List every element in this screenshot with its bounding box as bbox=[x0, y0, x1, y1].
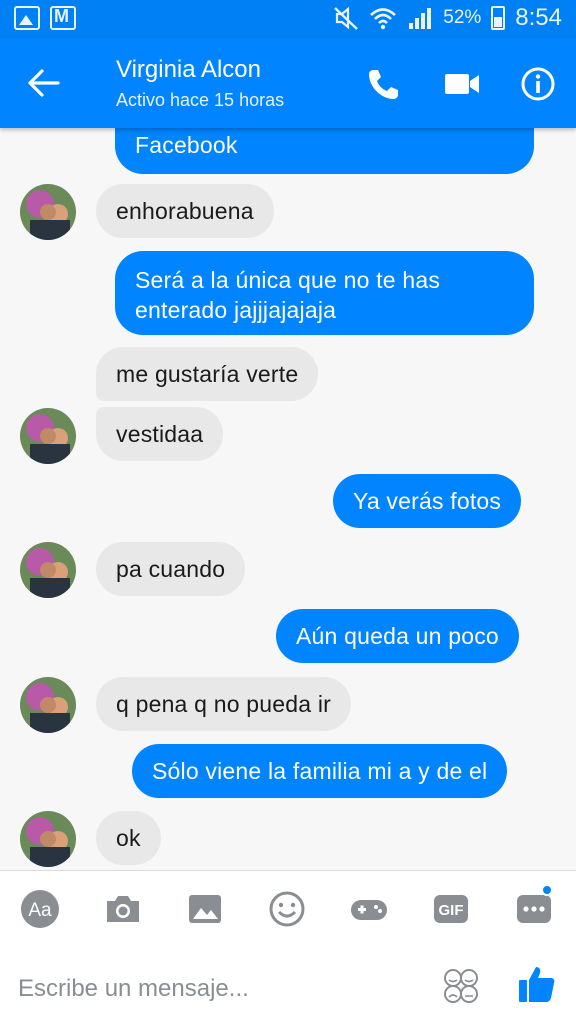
svg-text:Aa: Aa bbox=[28, 900, 52, 921]
game-icon[interactable] bbox=[349, 889, 389, 929]
received-message[interactable]: enhorabuena bbox=[96, 184, 274, 238]
wifi-icon bbox=[370, 8, 397, 30]
sent-message[interactable]: Ya verás fotos bbox=[333, 474, 522, 528]
sent-message[interactable]: Será a la única que no te has enterado j… bbox=[115, 251, 534, 335]
like-thumb-icon[interactable] bbox=[516, 963, 558, 1005]
received-message[interactable]: q pena q no pueda ir bbox=[96, 677, 352, 731]
received-message[interactable]: me gustaría verte bbox=[96, 347, 319, 401]
received-message[interactable]: vestidaa bbox=[96, 407, 224, 461]
contact-avatar[interactable] bbox=[20, 408, 76, 464]
gallery-icon[interactable] bbox=[185, 889, 225, 929]
message-input[interactable] bbox=[18, 971, 418, 1007]
received-message[interactable]: pa cuando bbox=[96, 542, 246, 596]
camera-icon[interactable] bbox=[103, 889, 143, 929]
contact-name[interactable]: Virginia Alcon bbox=[116, 56, 261, 84]
text-format-icon[interactable]: Aa bbox=[20, 889, 60, 929]
video-call-icon[interactable] bbox=[442, 64, 482, 104]
gif-icon[interactable]: GIF bbox=[431, 889, 471, 929]
sent-message[interactable]: Sólo viene la familia mi a y de el bbox=[132, 744, 508, 798]
email-notification-icon bbox=[50, 6, 76, 30]
composer: Aa GIF bbox=[0, 870, 576, 1024]
sent-message[interactable]: Facebook bbox=[115, 128, 534, 174]
svg-text:GIF: GIF bbox=[439, 902, 464, 919]
mute-icon bbox=[334, 6, 359, 30]
emoji-icon[interactable] bbox=[267, 889, 307, 929]
notification-dot bbox=[541, 884, 553, 896]
contact-avatar[interactable] bbox=[20, 811, 76, 867]
contact-avatar[interactable] bbox=[20, 184, 76, 240]
message-list[interactable]: Facebook enhorabuena Será a la única que… bbox=[0, 128, 576, 870]
info-icon[interactable] bbox=[518, 64, 558, 104]
active-status: Activo hace 15 horas bbox=[116, 90, 285, 110]
signal-icon bbox=[409, 8, 432, 29]
contact-avatar[interactable] bbox=[20, 542, 76, 598]
clock: 8:54 bbox=[515, 4, 562, 31]
status-bar: 52% 8:54 bbox=[0, 0, 576, 38]
image-notification-icon bbox=[14, 6, 40, 30]
phone-call-icon[interactable] bbox=[364, 64, 404, 104]
stickers-icon[interactable] bbox=[442, 967, 480, 1005]
notification-icons bbox=[14, 6, 76, 30]
sent-message[interactable]: Aún queda un poco bbox=[276, 609, 519, 663]
contact-avatar[interactable] bbox=[20, 677, 76, 733]
conversation-header: Virginia Alcon Activo hace 15 horas bbox=[0, 38, 576, 128]
received-message[interactable]: ok bbox=[96, 811, 161, 865]
back-arrow-icon[interactable] bbox=[26, 66, 62, 100]
battery-icon bbox=[491, 6, 506, 30]
battery-percent: 52% bbox=[443, 7, 482, 28]
